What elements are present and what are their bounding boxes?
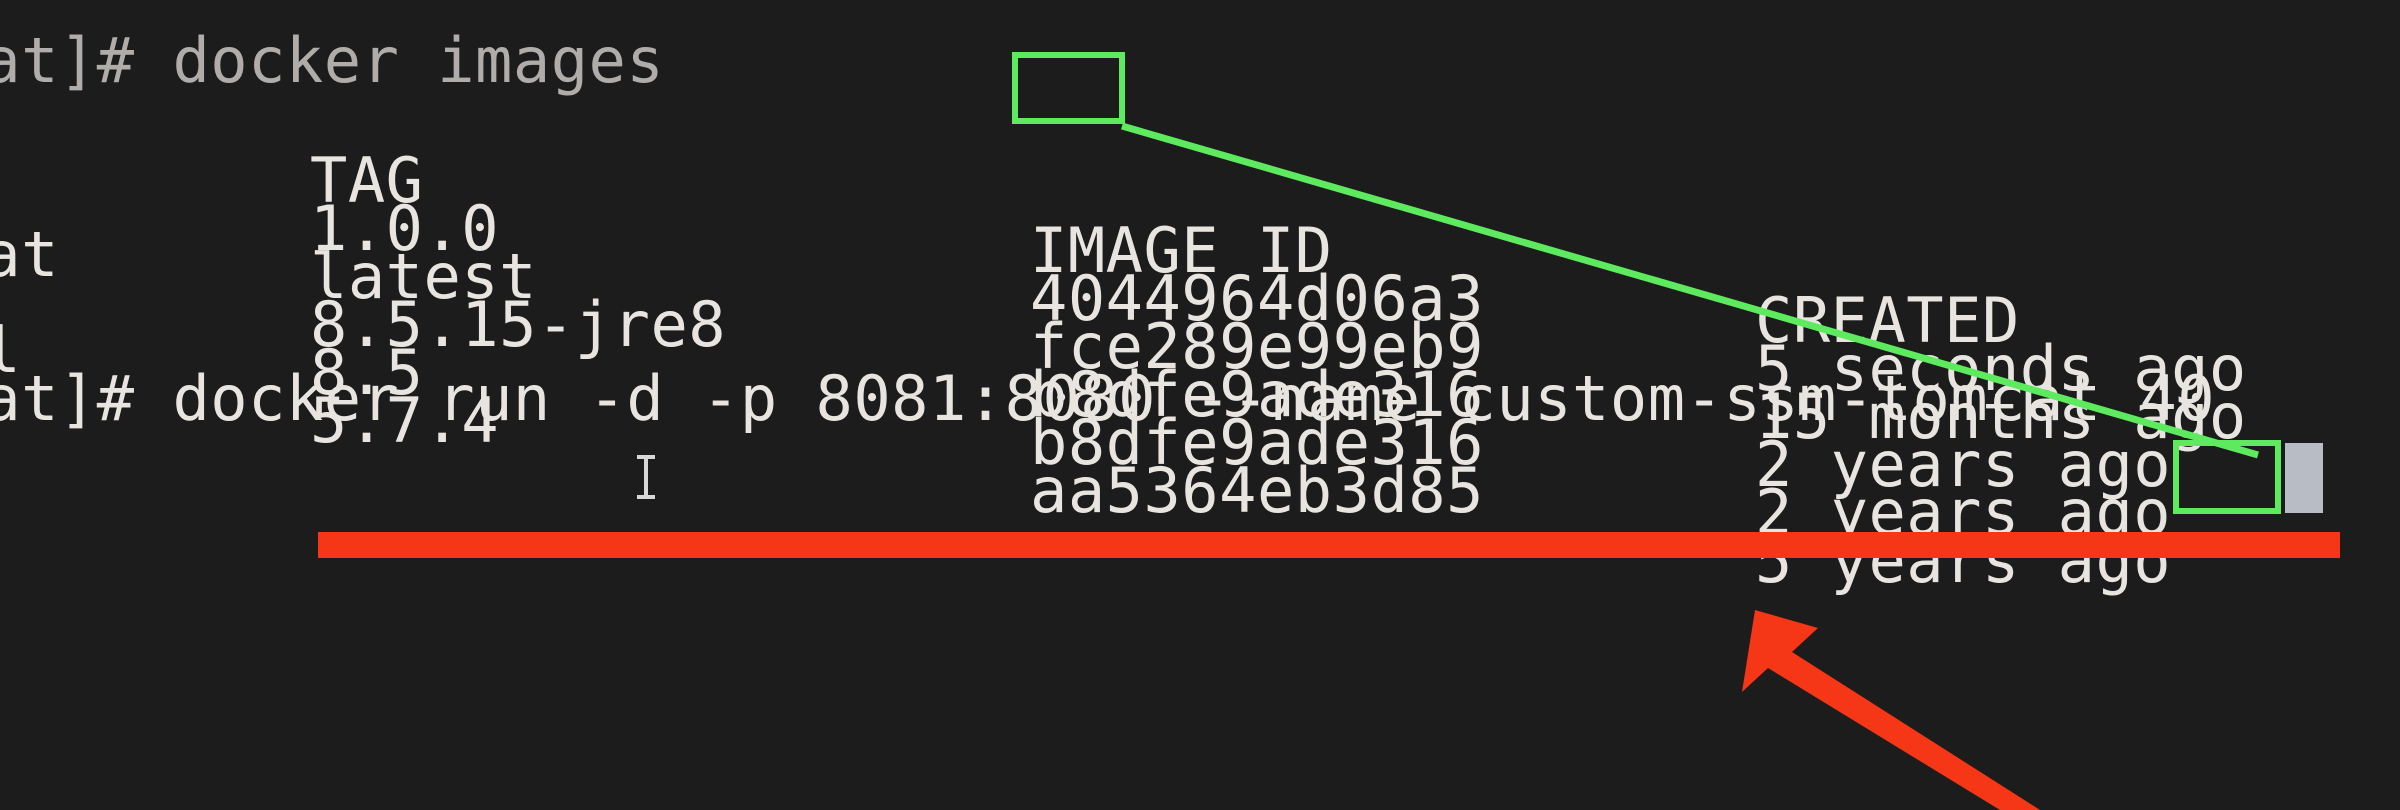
- cell-created: 5 years ago: [1755, 524, 2172, 597]
- command-prompt-line[interactable]: tomcat]# docker run -d -p 8081:8080 --na…: [0, 294, 2400, 434]
- terminal-screen: tomcat]# docker images TAG IMAGE ID CREA…: [0, 0, 2400, 810]
- shell-prompt: tomcat]#: [0, 362, 135, 435]
- shell-prompt-and-command[interactable]: tomcat]# docker run -d -p 8081:8080 --na…: [0, 364, 2215, 434]
- typed-command: docker run -d -p 8081:8080 --name custom…: [172, 362, 2140, 435]
- cell-image-id: aa5364eb3d85: [1030, 454, 1484, 527]
- typed-argument: 40: [2139, 362, 2216, 435]
- terminal-output[interactable]: tomcat]# docker images TAG IMAGE ID CREA…: [0, 0, 2400, 810]
